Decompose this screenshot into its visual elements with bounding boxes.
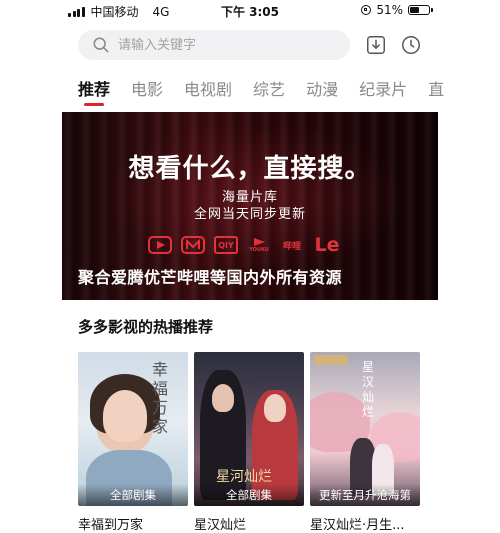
poster-face-left — [212, 384, 234, 412]
tencent-video-logo — [148, 236, 172, 254]
bilibili-logo: 哔哩 — [282, 241, 301, 252]
iqiyi-logo: QIY — [214, 236, 238, 254]
banner-headline: 想看什么，直接搜。 — [128, 154, 372, 184]
mgtv-logo — [181, 236, 205, 254]
tab-label: 电影 — [131, 80, 164, 99]
poster-status-label: 全部剧集 — [194, 484, 304, 506]
battery-icon — [408, 5, 433, 15]
tab-label: 纪录片 — [359, 80, 408, 99]
poster-status-label: 更新至月升沧海第 — [310, 484, 420, 506]
promo-banner[interactable]: 想看什么，直接搜。 海量片库 全网当天同步更新 QIY YOUKU 哔哩 Le … — [62, 112, 438, 300]
le-logo: Le — [314, 234, 340, 256]
poster-image: 星河灿烂 全部剧集 — [194, 352, 304, 506]
category-tabs: 推荐 电影 电视剧 综艺 动漫 纪录片 直 — [78, 76, 465, 106]
youku-text: YOUKU — [249, 247, 269, 253]
active-tab-indicator — [84, 103, 104, 106]
tab-anime[interactable]: 动漫 — [306, 76, 338, 100]
video-card[interactable]: 幸福万家 全部剧集 幸福到万家 — [78, 352, 188, 533]
poster-face — [103, 390, 147, 442]
poster-title-art: 星河灿烂 — [216, 469, 272, 485]
tab-tv-series[interactable]: 电视剧 — [184, 76, 232, 100]
card-title: 星汉灿烂·月生... — [310, 518, 405, 533]
search-input[interactable] — [116, 36, 320, 54]
tab-label: 直 — [428, 80, 445, 99]
download-icon[interactable] — [365, 34, 387, 56]
tab-live[interactable]: 直 — [428, 76, 444, 100]
tab-label: 动漫 — [306, 80, 339, 99]
battery-level — [410, 7, 419, 13]
poster-image: 幸福万家 全部剧集 — [78, 352, 188, 506]
battery-percent: 51% — [376, 3, 403, 17]
tab-label: 综艺 — [253, 80, 286, 99]
search-icon — [93, 37, 109, 53]
history-clock-icon[interactable] — [400, 34, 422, 56]
search-bar[interactable] — [78, 30, 350, 60]
tab-label: 电视剧 — [184, 80, 233, 99]
poster-title-art: 幸福万家 — [152, 360, 169, 436]
poster-face-right — [264, 394, 286, 422]
poster-vip-badge — [314, 355, 348, 365]
poster-title-art: 星汉灿烂 — [362, 360, 375, 419]
banner-subtitle-2: 全网当天同步更新 — [193, 207, 306, 222]
card-title: 星汉灿烂 — [194, 518, 247, 533]
status-bar: 中国移动 4G 下午 3:05 51% — [0, 0, 500, 22]
video-card[interactable]: 星汉灿烂 更新至月升沧海第 星汉灿烂·月生... — [310, 352, 420, 533]
platform-logos: QIY YOUKU 哔哩 Le — [148, 234, 341, 256]
youku-logo: YOUKU — [247, 236, 271, 254]
tab-recommended[interactable]: 推荐 — [78, 76, 111, 106]
tab-movies[interactable]: 电影 — [131, 76, 163, 100]
tab-documentary[interactable]: 纪录片 — [359, 76, 407, 100]
poster-image: 星汉灿烂 更新至月升沧海第 — [310, 352, 420, 506]
rotation-lock-icon — [361, 5, 372, 15]
card-title: 幸福到万家 — [78, 518, 144, 533]
section-title: 多多影视的热播推荐 — [78, 318, 214, 336]
video-card[interactable]: 星河灿烂 全部剧集 星汉灿烂 — [194, 352, 304, 533]
poster-status-label: 全部剧集 — [78, 484, 188, 506]
youku-play-icon — [254, 238, 265, 246]
tab-variety[interactable]: 综艺 — [253, 76, 285, 100]
status-right: 51% — [361, 3, 433, 17]
tab-label: 推荐 — [78, 80, 111, 99]
banner-tagline: 聚合爱腾优芒哔哩等国内外所有资源 — [78, 268, 343, 287]
